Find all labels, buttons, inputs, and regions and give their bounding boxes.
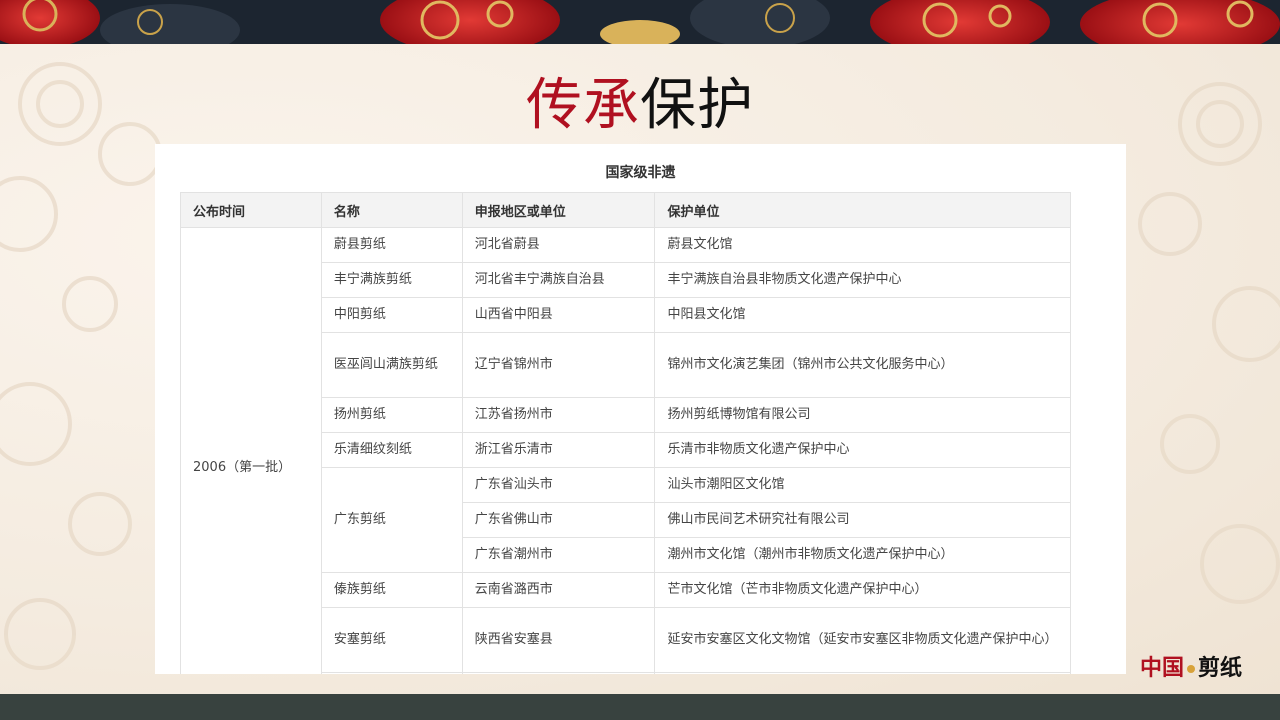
- name-cell: 乐清细纹刻纸: [320, 432, 463, 468]
- flower-dot-icon: [1187, 665, 1196, 673]
- unit-cell: 扬州剪纸博物馆有限公司: [654, 397, 1071, 433]
- unit-cell: 丰宁满族自治县非物质文化遗产保护中心: [654, 262, 1071, 298]
- table-caption: 国家级非遗: [605, 165, 676, 181]
- top-decorative-band: [0, 0, 1280, 44]
- header-cell: 申报地区或单位: [461, 192, 656, 228]
- region-cell: [461, 672, 656, 674]
- unit-cell: 潮州市文化馆（潮州市非物质文化遗产保护中心）: [654, 537, 1071, 573]
- region-cell: 河北省丰宁满族自治县: [461, 262, 656, 298]
- table-header-row: 公布时间 名称 申报地区或单位 保护单位: [180, 192, 1071, 228]
- name-cell: 医巫闾山满族剪纸: [320, 332, 463, 398]
- name-cell: 安塞剪纸: [320, 607, 463, 673]
- page-title-red: 传承: [526, 73, 640, 138]
- region-cell: 广东省潮州市: [461, 537, 656, 573]
- unit-cell: [654, 672, 1071, 674]
- cloud-pattern-icon: [0, 0, 1280, 44]
- region-cell: 广东省佛山市: [461, 502, 656, 538]
- header-cell: 名称: [320, 192, 463, 228]
- region-cell: 辽宁省锦州市: [461, 332, 656, 398]
- brand-right: 剪纸: [1198, 655, 1243, 681]
- region-cell: 浙江省乐清市: [461, 432, 656, 468]
- region-cell: 广东省汕头市: [461, 467, 656, 503]
- brand-logo: 中国 剪纸: [1140, 650, 1242, 682]
- unit-cell: 锦州市文化演艺集团（锦州市公共文化服务中心）: [654, 332, 1071, 398]
- header-cell: 保护单位: [654, 192, 1071, 228]
- header-cell: 公布时间: [180, 192, 322, 228]
- page-title: 传承保护: [0, 70, 1280, 142]
- heritage-table: 公布时间 名称 申报地区或单位 保护单位 2006（第一批） 蔚县剪纸 河北省蔚…: [180, 192, 1071, 674]
- unit-cell: 芒市文化馆（芒市非物质文化遗产保护中心）: [654, 572, 1071, 608]
- name-cell: 广东剪纸: [320, 467, 463, 573]
- unit-cell: 佛山市民间艺术研究社有限公司: [654, 502, 1071, 538]
- name-cell: 丰宁满族剪纸: [320, 262, 463, 298]
- name-cell: 扬州剪纸: [320, 397, 463, 433]
- region-cell: 江苏省扬州市: [461, 397, 656, 433]
- batch-cell: 2006（第一批）: [180, 227, 322, 674]
- region-cell: 山西省中阳县: [461, 297, 656, 333]
- page-title-black: 保护: [640, 73, 754, 138]
- name-cell: 中阳剪纸: [320, 297, 463, 333]
- region-cell: 河北省蔚县: [461, 227, 656, 263]
- unit-cell: 汕头市潮阳区文化馆: [654, 467, 1071, 503]
- unit-cell: 延安市安塞区文化文物馆（延安市安塞区非物质文化遗产保护中心）: [654, 607, 1071, 673]
- name-cell: 傣族剪纸: [320, 572, 463, 608]
- unit-cell: 蔚县文化馆: [654, 227, 1071, 263]
- region-cell: 陕西省安塞县: [461, 607, 656, 673]
- name-cell: [320, 672, 463, 674]
- table-row: 2006（第一批） 蔚县剪纸 河北省蔚县 蔚县文化馆: [180, 227, 1071, 674]
- unit-cell: 乐清市非物质文化遗产保护中心: [654, 432, 1071, 468]
- region-cell: 云南省潞西市: [461, 572, 656, 608]
- table-card: 国家级非遗 公布时间 名称 申报地区或单位 保护单位 2006（第一批） 蔚县剪…: [155, 144, 1126, 674]
- name-cell: 蔚县剪纸: [320, 227, 463, 263]
- brand-left: 中国: [1140, 655, 1185, 681]
- bottom-band: [0, 694, 1280, 720]
- unit-cell: 中阳县文化馆: [654, 297, 1071, 333]
